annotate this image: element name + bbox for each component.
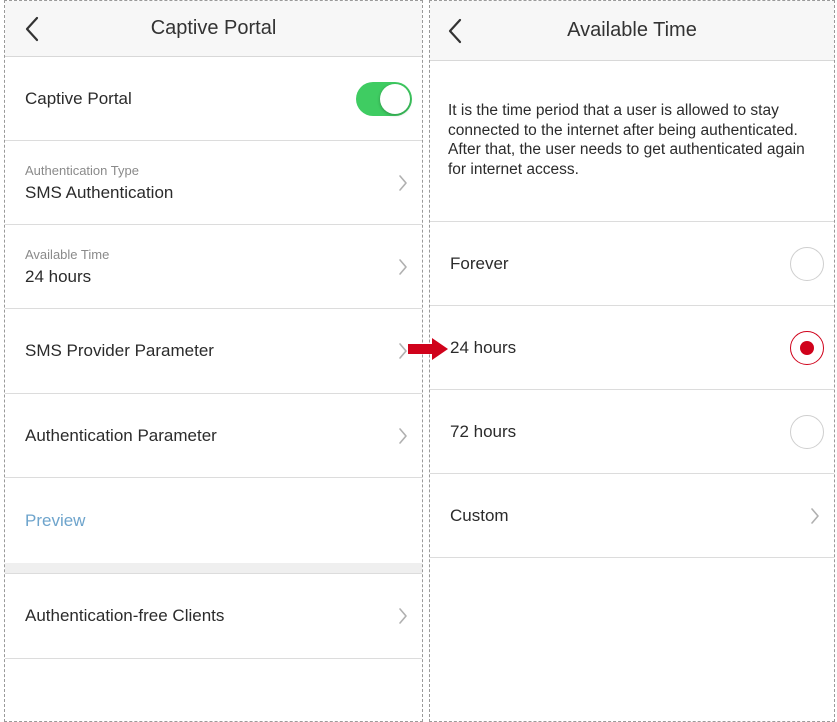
option-72-hours-radio[interactable] [790, 414, 824, 449]
option-24-hours-label: 24 hours [450, 337, 517, 357]
option-72-hours-row[interactable]: 72 hours [430, 390, 834, 474]
option-24-hours-row[interactable]: 24 hours [430, 306, 834, 390]
option-forever-label: Forever [450, 253, 509, 273]
available-time-row[interactable]: Available Time 24 hours [5, 225, 422, 309]
chevron-right-icon [399, 343, 407, 359]
custom-label: Custom [450, 505, 509, 525]
red-arrow-icon [408, 338, 448, 360]
available-time-label: Available Time [25, 246, 110, 262]
authentication-parameter-label: Authentication Parameter [25, 425, 217, 445]
toggle-knob [380, 83, 410, 114]
radio-selected-dot [800, 340, 814, 355]
section-divider [5, 563, 422, 574]
authentication-free-clients-label: Authentication-free Clients [25, 606, 225, 625]
available-time-screen: Available Time It is the time period tha… [429, 0, 835, 722]
chevron-right-icon [399, 608, 407, 624]
authentication-parameter-row[interactable]: Authentication Parameter [5, 394, 422, 478]
option-forever-radio[interactable] [790, 246, 824, 281]
option-72-hours-label: 72 hours [450, 421, 517, 441]
available-time-value: 24 hours [25, 266, 92, 286]
chevron-right-icon [399, 174, 407, 191]
sms-provider-parameter-row[interactable]: SMS Provider Parameter [5, 309, 422, 394]
navbar: Available Time [430, 1, 834, 61]
authentication-type-value: SMS Authentication [25, 182, 174, 202]
chevron-right-icon [399, 427, 407, 444]
navbar: Captive Portal [5, 1, 422, 57]
authentication-type-row[interactable]: Authentication Type SMS Authentication [5, 141, 422, 225]
authentication-type-label: Authentication Type [25, 162, 139, 178]
page-title: Available Time [567, 19, 697, 41]
chevron-right-icon [811, 507, 819, 524]
option-24-hours-radio[interactable] [790, 330, 824, 365]
preview-link[interactable]: Preview [25, 511, 422, 531]
captive-portal-row: Captive Portal [5, 57, 422, 141]
sms-provider-parameter-label: SMS Provider Parameter [25, 341, 214, 360]
page-title: Captive Portal [150, 17, 277, 39]
preview-row[interactable]: Preview [5, 478, 422, 563]
captive-portal-screen: Captive Portal Captive Portal Authentica… [4, 0, 423, 722]
option-forever-row[interactable]: Forever [430, 222, 834, 306]
custom-row[interactable]: Custom [430, 474, 834, 558]
authentication-free-clients-row[interactable]: Authentication-free Clients [5, 574, 422, 659]
captive-portal-toggle[interactable] [356, 81, 412, 116]
available-time-description: It is the time period that a user is all… [430, 61, 834, 222]
chevron-right-icon [399, 258, 407, 275]
